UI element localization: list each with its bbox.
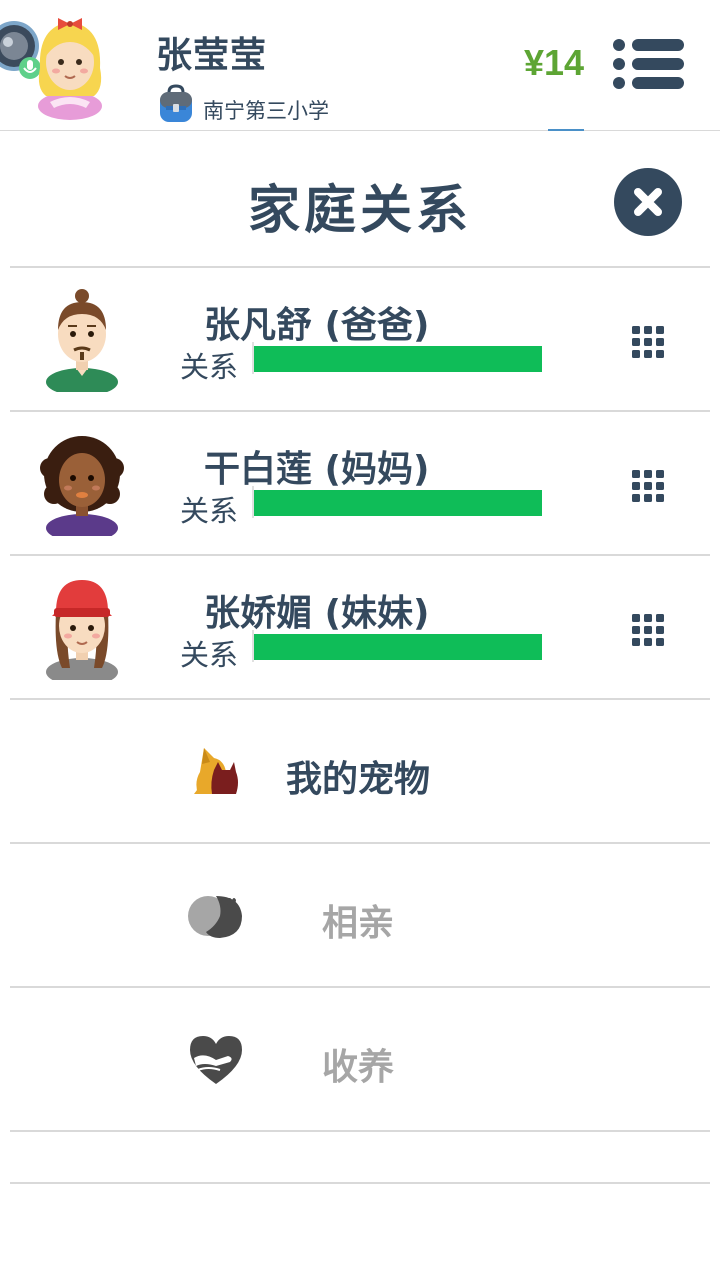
- grid-menu-icon[interactable]: [632, 470, 664, 502]
- menu-label: 收养: [322, 1047, 395, 1088]
- pet-icon: [194, 748, 238, 794]
- page-title: 家庭关系: [247, 181, 472, 241]
- player-avatar[interactable]: [28, 8, 112, 120]
- sister-avatar: [46, 580, 118, 680]
- family-member-row[interactable]: 张凡舒 (爸爸) 关系: [10, 268, 710, 412]
- matchmaking-button[interactable]: 相亲: [10, 844, 710, 988]
- relation-bar-fill: [254, 634, 542, 660]
- grid-menu-icon[interactable]: [632, 326, 664, 358]
- member-name: 张娇媚 (妹妹): [204, 593, 430, 634]
- relation-bar: [252, 630, 542, 662]
- relation-bar-fill: [254, 346, 542, 372]
- close-button[interactable]: [614, 168, 682, 236]
- money-balance: ¥14: [524, 42, 585, 83]
- relation-bar-fill: [254, 490, 542, 516]
- player-name: 张莹莹: [156, 35, 268, 76]
- close-icon: [634, 188, 662, 216]
- adoption-icon: [190, 1036, 242, 1084]
- adoption-button[interactable]: 收养: [10, 988, 710, 1132]
- header-divider-accent: [548, 129, 584, 131]
- dating-icon: [188, 896, 242, 938]
- family-member-row[interactable]: 干白莲 (妈妈) 关系: [10, 412, 710, 556]
- relation-label: 关系: [180, 494, 239, 528]
- menu-label: 我的宠物: [286, 759, 431, 800]
- school-bag-icon: [160, 84, 192, 122]
- mother-avatar: [40, 436, 124, 536]
- relation-label: 关系: [180, 350, 239, 384]
- member-name: 张凡舒 (爸爸): [204, 305, 430, 346]
- father-avatar: [46, 289, 118, 392]
- my-pets-button[interactable]: 我的宠物: [10, 700, 710, 844]
- grid-menu-icon[interactable]: [632, 614, 664, 646]
- member-name: 干白莲 (妈妈): [204, 449, 430, 490]
- family-member-row[interactable]: 张娇媚 (妹妹) 关系: [10, 556, 710, 700]
- relation-label: 关系: [180, 638, 239, 672]
- empty-row: [10, 1132, 710, 1184]
- school-name: 南宁第三小学: [203, 99, 329, 123]
- relation-bar: [252, 342, 542, 374]
- menu-label: 相亲: [322, 903, 395, 944]
- menu-icon[interactable]: [612, 38, 684, 90]
- title-bar: 家庭关系: [10, 132, 710, 268]
- top-bar: 张莹莹 南宁第三小学 ¥14: [0, 0, 720, 131]
- relation-bar: [252, 486, 542, 518]
